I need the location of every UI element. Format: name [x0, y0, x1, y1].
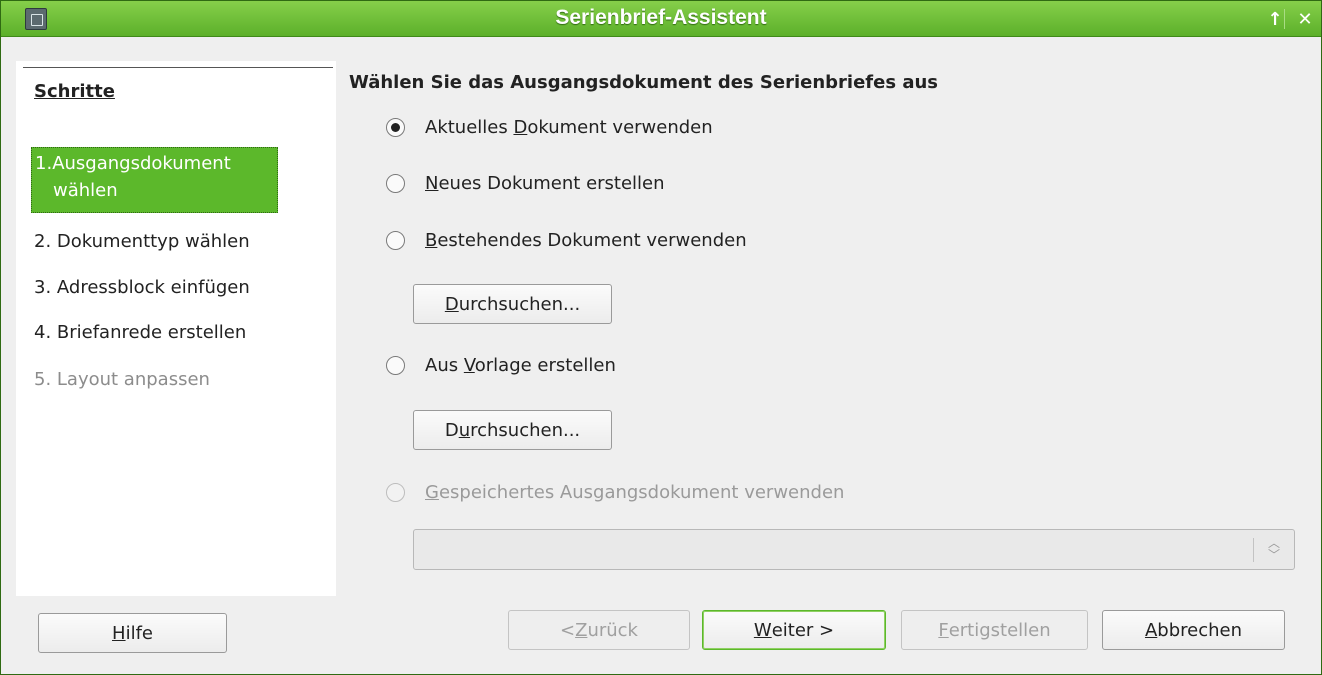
- step-number: 1.: [35, 153, 53, 174]
- radio-label: Aktuelles Dokument verwenden: [425, 117, 713, 138]
- radio-checked-icon[interactable]: [386, 118, 405, 137]
- browse-template-button[interactable]: Du rchsuchen...: [413, 410, 612, 450]
- next-button[interactable]: Weiter >: [702, 610, 886, 650]
- steps-title: Schritte: [34, 81, 115, 102]
- cancel-button[interactable]: Abbrechen: [1102, 610, 1285, 650]
- combobox-separator: [1253, 538, 1254, 562]
- radio-unchecked-icon[interactable]: [386, 356, 405, 375]
- radio-new-document[interactable]: Neues Dokument erstellen: [386, 173, 665, 194]
- radio-label: Bestehendes Dokument verwenden: [425, 230, 747, 251]
- radio-existing-document[interactable]: Bestehendes Dokument verwenden: [386, 230, 747, 251]
- radio-saved-document: Gespeichertes Ausgangsdokument verwenden: [386, 482, 844, 503]
- radio-from-template[interactable]: Aus Vorlage erstellen: [386, 355, 616, 376]
- step-4-salutation[interactable]: 4. Briefanrede erstellen: [34, 322, 246, 343]
- radio-unchecked-icon[interactable]: [386, 174, 405, 193]
- step-2-document-type[interactable]: 2. Dokumenttyp wählen: [34, 231, 250, 252]
- radio-current-document[interactable]: Aktuelles Dokument verwenden: [386, 117, 713, 138]
- radio-unchecked-icon[interactable]: [386, 231, 405, 250]
- window-title: Serienbrief-Assistent: [555, 6, 767, 29]
- steps-divider: [23, 67, 333, 68]
- back-button: < Zurück: [508, 610, 690, 650]
- step-label-line1: Ausgangsdokument: [52, 153, 231, 174]
- radio-unchecked-icon: [386, 483, 405, 502]
- help-button[interactable]: Hilfe: [38, 613, 227, 653]
- page-heading: Wählen Sie das Ausgangsdokument des Seri…: [349, 72, 938, 93]
- step-1-source-document[interactable]: 1.Ausgangsdokument wählen: [31, 147, 278, 213]
- browse-existing-button[interactable]: Durchsuchen...: [413, 284, 612, 324]
- title-bar[interactable]: Serienbrief-Assistent ↑ ✕: [1, 1, 1321, 37]
- step-5-layout: 5. Layout anpassen: [34, 369, 210, 390]
- step-3-address-block[interactable]: 3. Adressblock einfügen: [34, 277, 250, 298]
- step-label-line2: wählen: [53, 180, 118, 201]
- titlebar-separator: [1284, 9, 1285, 29]
- finish-button: Fertigstellen: [901, 610, 1088, 650]
- mail-merge-wizard-dialog: Serienbrief-Assistent ↑ ✕ Schritte 1.Aus…: [0, 0, 1322, 675]
- radio-label: Neues Dokument erstellen: [425, 173, 665, 194]
- radio-label: Aus Vorlage erstellen: [425, 355, 616, 376]
- saved-document-combobox: ︿ ﹀: [413, 529, 1295, 570]
- radio-label: Gespeichertes Ausgangsdokument verwenden: [425, 482, 845, 503]
- close-icon[interactable]: ✕: [1293, 7, 1317, 31]
- spin-updown-icon: ︿ ﹀: [1267, 536, 1280, 562]
